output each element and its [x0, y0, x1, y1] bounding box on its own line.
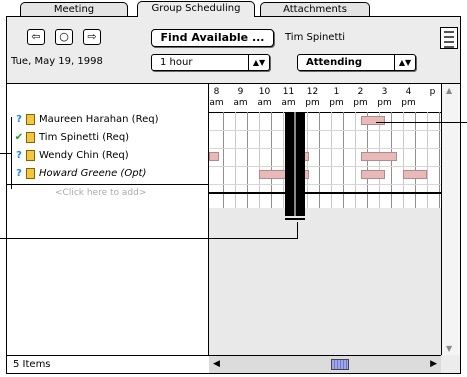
hour-label: 10 am	[257, 87, 272, 108]
hour-label: 9 am	[233, 87, 248, 108]
schedule-grid[interactable]: 8 am 9 am 10 am 11 am 12 pm 1 pm 2 pm 3 pm 4 pm p	[209, 83, 441, 355]
previous-day-button[interactable]: ⇦	[27, 29, 45, 45]
group-scheduling-panel: ⇦ ○ ⇨ Tue, May 19, 1998 Find Available .…	[6, 16, 461, 374]
hour-label: 1 pm	[329, 87, 344, 108]
hour-label: 4 pm	[401, 87, 416, 108]
scroll-right-arrow-icon[interactable]: ▶	[430, 359, 437, 369]
busy-block[interactable]	[209, 152, 219, 161]
popup-arrows-icon: ▲▼	[394, 55, 415, 70]
selected-row-line	[209, 192, 441, 194]
attending-popup[interactable]: Attending ▲▼	[297, 54, 416, 71]
hour-label: 2 pm	[353, 87, 368, 108]
date-label: Tue, May 19, 1998	[11, 56, 103, 67]
attendee-name: Howard Greene (Opt)	[39, 168, 147, 179]
items-count: 5 Items	[7, 355, 209, 373]
tab-attachments[interactable]: Attachments	[260, 2, 370, 16]
attendee-name: Tim Spinetti (Req)	[39, 132, 130, 143]
attendee-list: ? Maureen Harahan (Req) ✔ Tim Spinetti (…	[7, 83, 209, 355]
busy-block[interactable]	[403, 170, 427, 179]
row-line	[209, 184, 441, 185]
attending-value: Attending	[306, 57, 363, 68]
hour-label: p	[429, 87, 436, 97]
status-question-icon: ?	[16, 150, 22, 161]
popup-arrows-icon: ▲▼	[248, 55, 269, 70]
vertical-scrollbar[interactable]: ▲ ▼	[441, 83, 460, 355]
selection-underline	[7, 184, 208, 185]
attendee-row[interactable]: ? Wendy Chin (Req)	[7, 148, 208, 164]
callout-line	[0, 238, 298, 239]
scroll-down-arrow-icon[interactable]: ▼	[446, 344, 452, 353]
callout-line	[376, 122, 467, 123]
today-button[interactable]: ○	[55, 29, 73, 45]
busy-block[interactable]	[361, 116, 385, 125]
row-line	[209, 130, 441, 131]
attendee-name: Wendy Chin (Req)	[39, 150, 129, 161]
hour-label: 8 am	[209, 87, 224, 108]
scroll-thumb[interactable]	[331, 359, 349, 370]
callout-line	[297, 222, 298, 239]
callout-bracket	[11, 117, 12, 189]
schedule-document-icon[interactable]	[440, 27, 458, 49]
meeting-time-cap	[285, 218, 305, 220]
attendee-name: Maureen Harahan (Req)	[39, 114, 159, 125]
status-check-icon: ✔	[14, 132, 24, 143]
busy-block[interactable]	[361, 170, 385, 179]
person-icon	[26, 168, 35, 179]
hour-label: 12 pm	[305, 87, 320, 108]
status-question-icon: ?	[16, 114, 22, 125]
attendee-row[interactable]: ? Howard Greene (Opt)	[7, 166, 208, 182]
duration-value: 1 hour	[160, 57, 193, 68]
scroll-left-arrow-icon[interactable]: ◀	[213, 359, 220, 369]
find-available-button[interactable]: Find Available ...	[151, 29, 274, 47]
hour-label: 11 am	[281, 87, 296, 108]
next-day-button[interactable]: ⇨	[83, 29, 101, 45]
tab-bar: Meeting Group Scheduling Attachments	[0, 0, 467, 17]
person-icon	[26, 114, 35, 125]
meeting-time-bar[interactable]	[285, 112, 305, 216]
tab-group-scheduling[interactable]: Group Scheduling	[137, 1, 255, 17]
tab-meeting[interactable]: Meeting	[20, 2, 128, 16]
hour-header: 8 am 9 am 10 am 11 am 12 pm 1 pm 2 pm 3 pm 4 pm p	[209, 84, 441, 113]
hour-label: 3 pm	[377, 87, 392, 108]
owner-name: Tim Spinetti	[285, 32, 346, 43]
status-question-icon: ?	[16, 168, 22, 179]
person-icon	[26, 132, 35, 143]
duration-popup[interactable]: 1 hour ▲▼	[151, 54, 270, 71]
row-line	[209, 148, 441, 149]
scroll-up-arrow-icon[interactable]: ▲	[446, 86, 452, 95]
attendee-row[interactable]: ? Maureen Harahan (Req)	[7, 112, 208, 128]
busy-block[interactable]	[361, 152, 397, 161]
attendee-row[interactable]: ✔ Tim Spinetti (Req)	[7, 130, 208, 146]
row-line	[209, 166, 441, 167]
callout-line	[0, 153, 11, 154]
horizontal-scrollbar[interactable]: ◀ ▶	[209, 355, 441, 373]
add-attendee-hint[interactable]: <Click here to add>	[55, 188, 146, 198]
person-icon	[26, 150, 35, 161]
